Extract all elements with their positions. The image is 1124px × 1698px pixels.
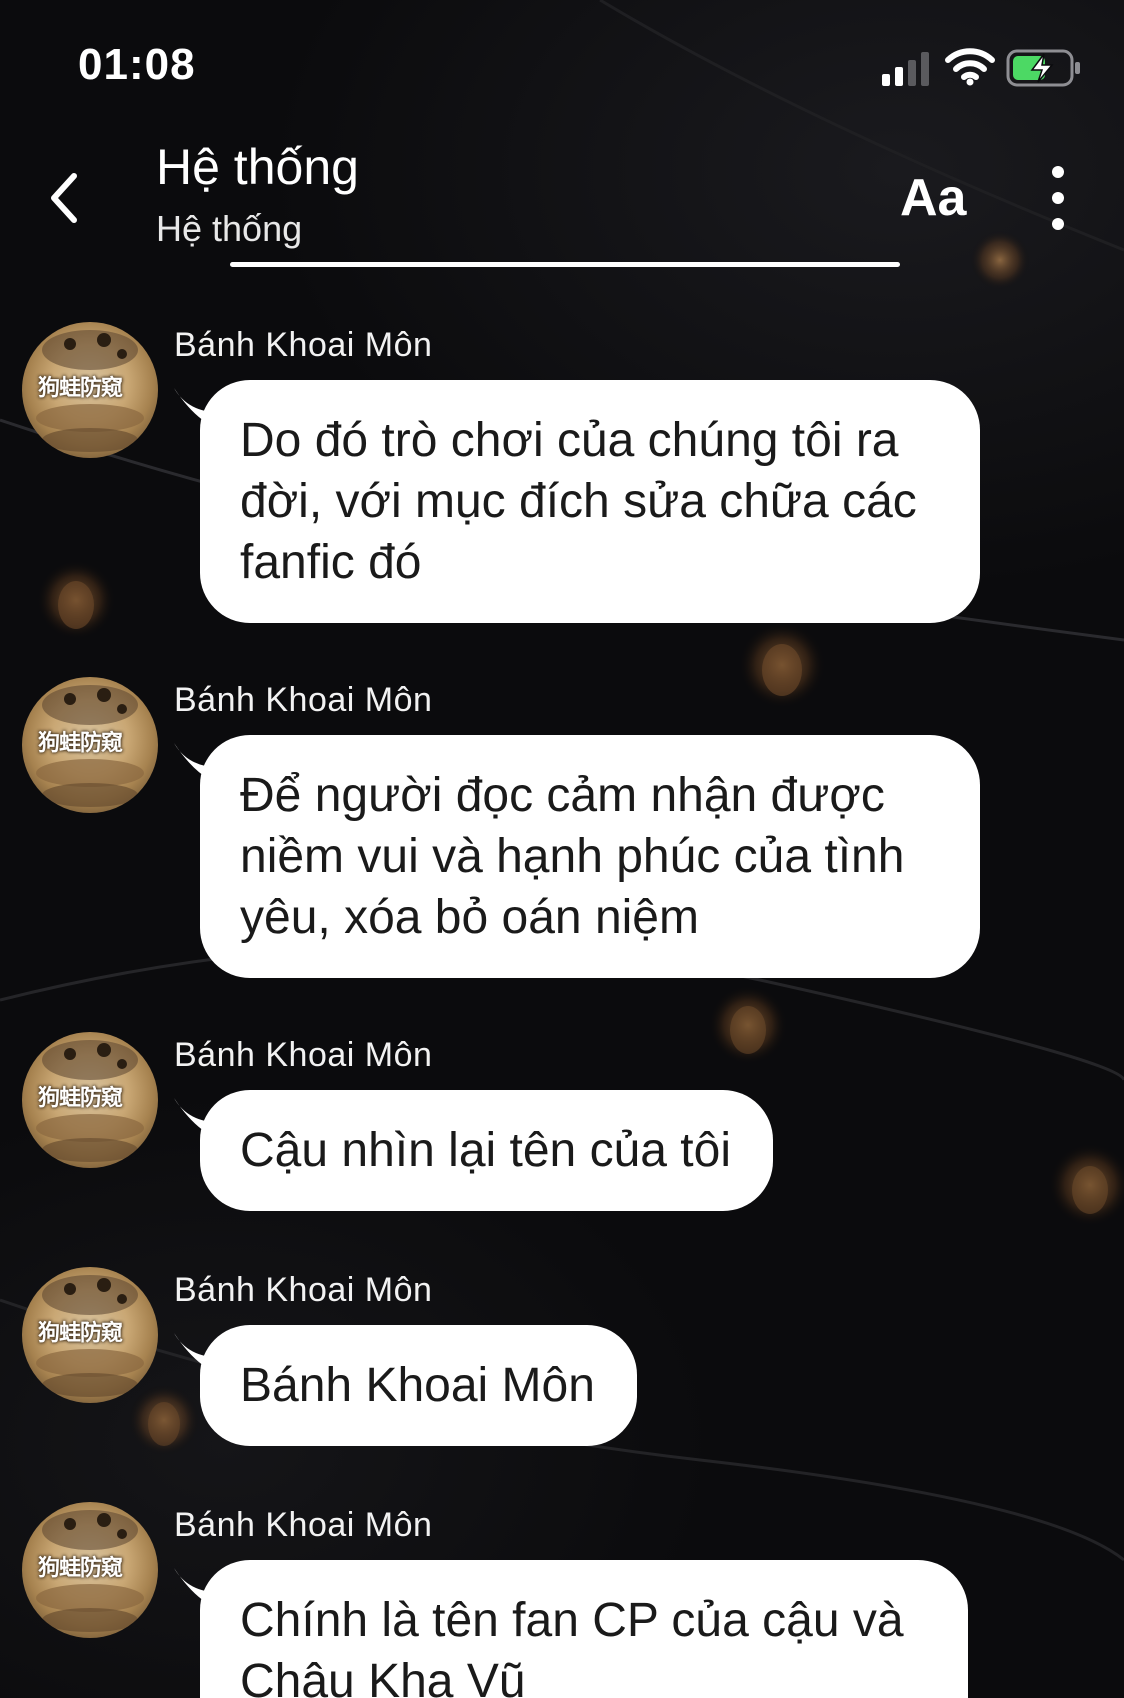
status-time: 01:08 [78,40,196,89]
sender-name: Bánh Khoai Môn [174,1271,433,1309]
message-item: 狗蛙防窥 Bánh Khoai Môn Do đó trò chơi của c… [0,320,1124,630]
avatar-watermark: 狗蛙防窥 [38,376,123,401]
sender-name: Bánh Khoai Môn [174,681,433,719]
signal-icon [882,52,929,86]
status-bar: 01:08 [0,0,1124,120]
avatar[interactable]: 狗蛙防窥 [22,1267,158,1403]
chat-title: Hệ thống [156,139,359,195]
sender-name: Bánh Khoai Môn [174,326,433,364]
avatar[interactable]: 狗蛙防窥 [22,1032,158,1168]
message-bubble[interactable]: Cậu nhìn lại tên của tôi [200,1090,773,1211]
avatar-watermark: 狗蛙防窥 [38,1086,123,1111]
back-icon[interactable] [44,168,84,228]
more-icon[interactable] [1040,160,1076,236]
message-bubble[interactable]: Bánh Khoai Môn [200,1325,637,1446]
message-item: 狗蛙防窥 Bánh Khoai Môn Để người đọc cảm nhậ… [0,675,1124,985]
avatar-watermark: 狗蛙防窥 [38,731,123,756]
avatar-watermark: 狗蛙防窥 [38,1556,123,1581]
header-divider [230,262,900,267]
font-size-button[interactable]: Aa [900,168,966,228]
battery-icon [1006,49,1080,87]
sender-name: Bánh Khoai Môn [174,1506,433,1544]
sender-name: Bánh Khoai Môn [174,1036,433,1074]
message-bubble[interactable]: Để người đọc cảm nhận được niềm vui và h… [200,735,980,978]
wifi-icon [945,48,995,86]
chat-subtitle: Hệ thống [156,208,303,249]
avatar[interactable]: 狗蛙防窥 [22,322,158,458]
message-bubble[interactable]: Chính là tên fan CP của cậu và Châu Kha … [200,1560,968,1698]
message-item: 狗蛙防窥 Bánh Khoai Môn Cậu nhìn lại tên của… [0,1030,1124,1220]
avatar[interactable]: 狗蛙防窥 [22,677,158,813]
chat-header: Hệ thống Hệ thống Aa [0,120,1124,270]
message-bubble[interactable]: Do đó trò chơi của chúng tôi ra đời, với… [200,380,980,623]
avatar-watermark: 狗蛙防窥 [38,1321,123,1346]
message-item: 狗蛙防窥 Bánh Khoai Môn Chính là tên fan CP … [0,1500,1124,1698]
avatar[interactable]: 狗蛙防窥 [22,1502,158,1638]
chat-screen: 01:08 Hệ thống Hệ thống Aa 狗蛙防窥 Bánh Kho… [0,0,1124,1698]
message-item: 狗蛙防窥 Bánh Khoai Môn Bánh Khoai Môn [0,1265,1124,1455]
